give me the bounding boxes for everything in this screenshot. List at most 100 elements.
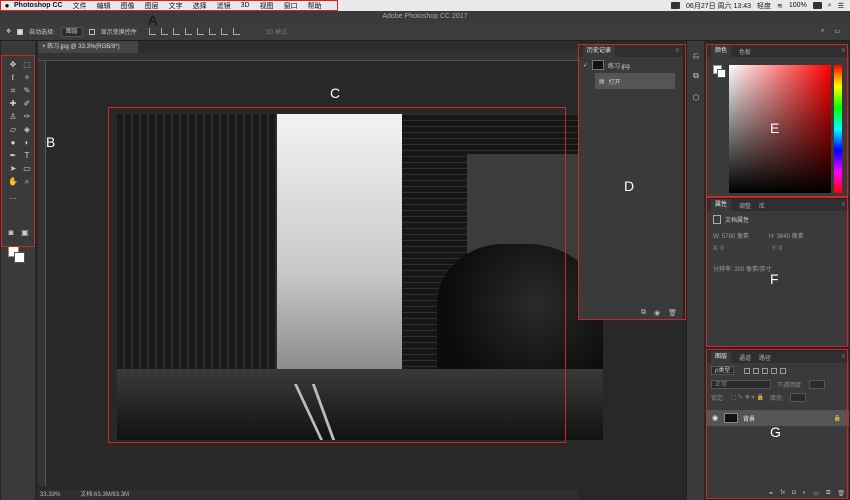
align-middle-icon[interactable]	[160, 28, 168, 35]
eyedropper-icon[interactable]: ✎	[21, 85, 33, 97]
datetime[interactable]: 06月27日 周六 13:43	[686, 1, 751, 11]
zoom-icon[interactable]: ⌕	[21, 176, 33, 188]
adjustment-filter-icon[interactable]	[753, 367, 760, 374]
camera-icon[interactable]: ◉	[654, 309, 660, 317]
shape-filter-icon[interactable]	[771, 367, 778, 374]
tab-adjustments[interactable]: 调整	[739, 201, 751, 210]
lock-icons[interactable]: ⬚ ✎ ✥ ⌗ 🔒	[731, 394, 764, 402]
background-swatch[interactable]	[717, 69, 726, 78]
eraser-icon[interactable]: ▱	[7, 124, 19, 136]
pen-icon[interactable]: ✒	[7, 150, 19, 162]
app-menu[interactable]: Photoshop CC	[14, 2, 63, 9]
menu-layer[interactable]: 图层	[145, 1, 159, 11]
trash-icon[interactable]: 🗑	[837, 490, 845, 497]
layer-name[interactable]: 背景	[743, 414, 755, 423]
search-icon[interactable]: ⌕	[821, 28, 824, 35]
tab-properties[interactable]: 属性	[711, 199, 732, 211]
apple-icon[interactable]: ●	[0, 1, 14, 10]
search-icon[interactable]: ⌕	[828, 2, 832, 10]
layer-kind-filter[interactable]: ρ类型	[711, 366, 735, 375]
heal-icon[interactable]: ✚	[7, 98, 19, 110]
history-dock-icon[interactable]: ⎌	[691, 51, 701, 61]
align-center-icon[interactable]	[196, 28, 204, 35]
group-icon[interactable]: ▭	[813, 490, 819, 497]
align-bottom-icon[interactable]	[172, 28, 180, 35]
color-fg-bg[interactable]	[713, 65, 727, 79]
type-filter-icon[interactable]	[762, 367, 769, 374]
tab-paths[interactable]: 路径	[759, 353, 771, 362]
more-tools-icon[interactable]: …	[7, 191, 19, 203]
history-snapshot[interactable]: ✓ 练习.jpg	[579, 57, 683, 73]
trash-icon[interactable]: 🗑	[668, 309, 677, 317]
zoom-level[interactable]: 33.33%	[40, 490, 60, 500]
align-left-icon[interactable]	[184, 28, 192, 35]
brush-icon[interactable]: ✐	[21, 98, 33, 110]
type-icon[interactable]: T	[21, 150, 33, 162]
doc-size[interactable]: 文档:63.3M/63.3M	[80, 490, 129, 500]
rectangle-icon[interactable]: ▭	[21, 163, 33, 175]
menu-view[interactable]: 视图	[260, 1, 274, 11]
menu-3d[interactable]: 3D	[241, 2, 250, 9]
tab-layers[interactable]: 图层	[711, 351, 732, 363]
panel-menu-icon[interactable]: ≡	[841, 202, 849, 208]
smart-filter-icon[interactable]	[780, 367, 787, 374]
lock-icon[interactable]: 🔒	[834, 415, 849, 422]
wifi-icon[interactable]: ≋	[777, 2, 783, 10]
marquee-icon[interactable]: ⬚	[21, 59, 33, 71]
adjustment-icon[interactable]: ◐	[803, 490, 807, 497]
workspace-icon[interactable]: ▭	[834, 28, 840, 35]
blur-icon[interactable]: ●	[7, 137, 19, 149]
menu-type[interactable]: 文字	[169, 1, 183, 11]
tab-channels[interactable]: 通道	[739, 353, 751, 362]
background-color-swatch[interactable]	[14, 252, 25, 263]
hand-icon[interactable]: ✋	[7, 176, 19, 188]
opacity-field[interactable]	[808, 380, 825, 389]
user-label[interactable]: 轻度	[757, 1, 771, 11]
distribute-h-icon[interactable]	[232, 28, 240, 35]
properties-dock-icon[interactable]: ⧉	[691, 71, 701, 81]
mask-icon[interactable]: ◘	[792, 490, 796, 497]
horizontal-ruler[interactable]	[38, 53, 578, 61]
menu-edit[interactable]: 编辑	[97, 1, 111, 11]
new-layer-icon[interactable]: ⧉	[826, 490, 830, 497]
visibility-eye-icon[interactable]: ◉	[711, 414, 719, 422]
3d-dock-icon[interactable]: ⬡	[691, 93, 701, 103]
tab-history[interactable]: 历史记录	[583, 45, 616, 57]
history-brush-icon[interactable]: ✑	[21, 111, 33, 123]
stamp-icon[interactable]: ♙	[7, 111, 19, 123]
fx-icon[interactable]: fx	[780, 490, 785, 497]
menu-filter[interactable]: 滤镜	[217, 1, 231, 11]
panel-menu-icon[interactable]: ≡	[841, 48, 849, 54]
menu-select[interactable]: 选择	[193, 1, 207, 11]
link-icon[interactable]: ⚭	[768, 490, 773, 497]
tab-libraries[interactable]: 库	[759, 201, 765, 210]
dodge-icon[interactable]: ◐	[21, 137, 33, 149]
screen-mode-icon[interactable]: ▣	[19, 227, 31, 239]
magic-wand-icon[interactable]: ✧	[21, 72, 33, 84]
status-icon[interactable]	[671, 2, 681, 9]
show-transform-checkbox[interactable]	[88, 28, 95, 35]
new-document-from-state-icon[interactable]: ⧉	[641, 309, 646, 317]
auto-select-checkbox[interactable]	[17, 28, 24, 35]
vertical-ruler[interactable]	[38, 61, 46, 486]
document-photo[interactable]	[117, 114, 603, 440]
history-brush-source-icon[interactable]: ✓	[583, 62, 588, 69]
panel-menu-icon[interactable]: ≡	[841, 354, 849, 360]
menu-file[interactable]: 文件	[73, 1, 87, 11]
tab-swatches[interactable]: 色板	[739, 47, 751, 56]
crop-icon[interactable]: ⌗	[7, 85, 19, 97]
pixel-filter-icon[interactable]	[744, 367, 751, 374]
list-icon[interactable]: ☰	[838, 2, 844, 10]
hue-slider[interactable]	[834, 65, 842, 193]
align-right-icon[interactable]	[208, 28, 216, 35]
lasso-icon[interactable]: ℓ	[7, 72, 19, 84]
document-tab[interactable]: × 练习.jpg @ 33.3%(RGB/8*)	[38, 41, 138, 53]
align-top-icon[interactable]	[148, 28, 156, 35]
bucket-icon[interactable]: ◈	[21, 124, 33, 136]
distribute-icon[interactable]	[220, 28, 228, 35]
menu-help[interactable]: 帮助	[308, 1, 322, 11]
battery-label[interactable]: 100%	[789, 2, 807, 9]
fill-field[interactable]	[789, 393, 806, 402]
tab-color[interactable]: 颜色	[711, 45, 732, 57]
color-picker-field[interactable]	[729, 65, 831, 193]
